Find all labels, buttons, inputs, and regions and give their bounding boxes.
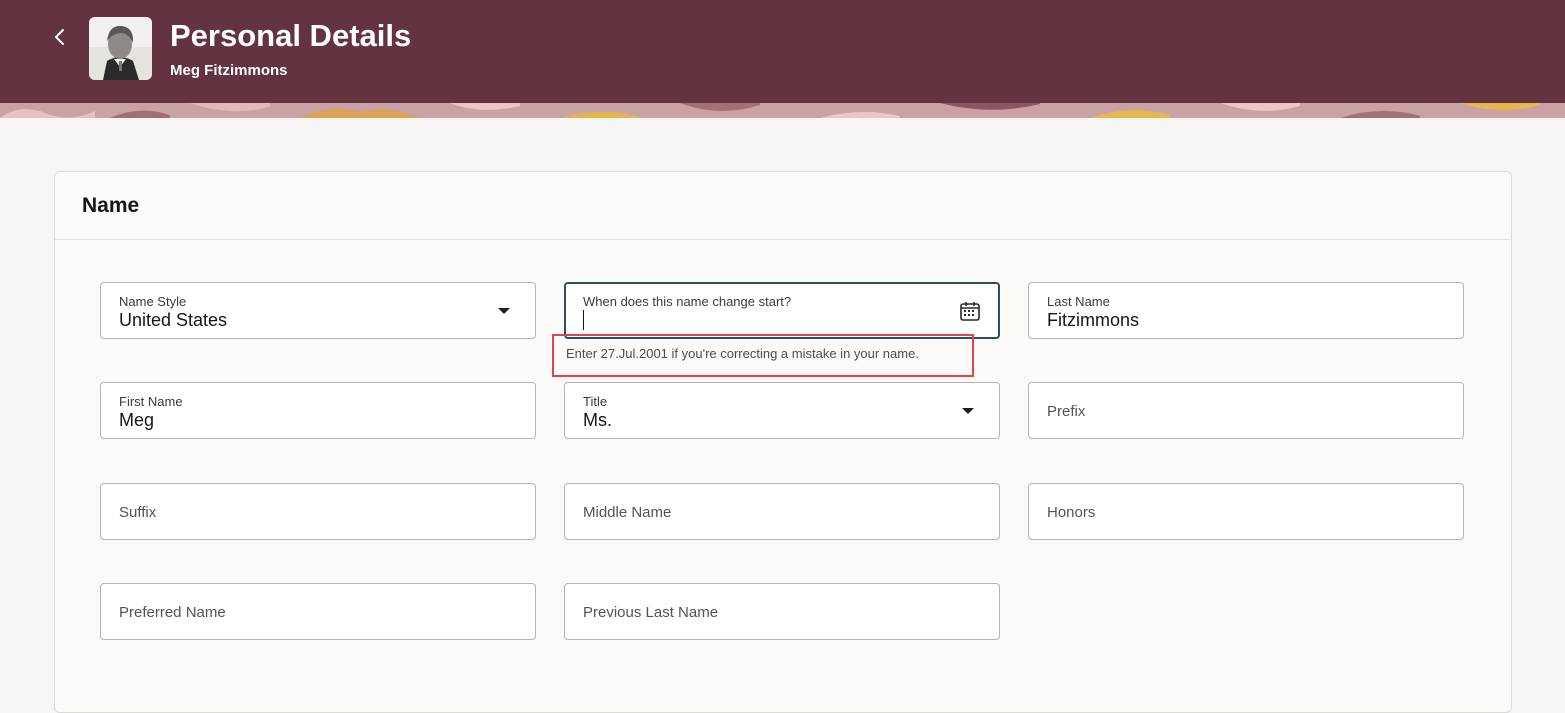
previous-last-name-label: Previous Last Name (583, 604, 719, 621)
prefix-label: Prefix (1047, 403, 1086, 420)
previous-last-name-field[interactable]: Previous Last Name (564, 583, 1000, 640)
first-name-value: Meg (119, 410, 155, 430)
text-cursor (583, 310, 584, 330)
honors-label: Honors (1047, 504, 1096, 521)
page-title: Personal Details (170, 18, 412, 53)
avatar (89, 17, 152, 80)
name-style-label: Name Style (119, 294, 187, 309)
page-subtitle: Meg Fitzimmons (170, 62, 288, 79)
caret-down-icon[interactable] (962, 408, 974, 414)
last-name-label: Last Name (1047, 294, 1110, 309)
name-change-start-date-field[interactable]: When does this name change start? (564, 282, 1000, 339)
title-value: Ms. (583, 410, 612, 430)
last-name-field[interactable]: Last Name Fitzimmons (1028, 282, 1464, 339)
chevron-left-icon (55, 29, 64, 45)
name-style-select[interactable]: Name Style United States (100, 282, 536, 339)
preferred-name-field[interactable]: Preferred Name (100, 583, 536, 640)
start-date-hint: Enter 27.Jul.2001 if you're correcting a… (566, 346, 919, 361)
calendar-icon[interactable] (959, 300, 981, 322)
middle-name-label: Middle Name (583, 504, 672, 521)
suffix-label: Suffix (119, 504, 157, 521)
title-select[interactable]: Title Ms. (564, 382, 1000, 439)
start-date-label: When does this name change start? (583, 294, 792, 309)
prefix-field[interactable]: Prefix (1028, 382, 1464, 439)
first-name-field[interactable]: First Name Meg (100, 382, 536, 439)
back-button[interactable] (48, 24, 72, 50)
suffix-field[interactable]: Suffix (100, 483, 536, 540)
header-pattern (0, 103, 1565, 118)
first-name-label: First Name (119, 394, 183, 409)
caret-down-icon[interactable] (498, 308, 510, 314)
section-divider (55, 239, 1511, 240)
name-style-value: United States (119, 310, 228, 330)
title-label: Title (583, 394, 608, 409)
preferred-name-label: Preferred Name (119, 604, 226, 621)
section-title: Name (82, 194, 140, 217)
honors-field[interactable]: Honors (1028, 483, 1464, 540)
last-name-value: Fitzimmons (1047, 310, 1140, 330)
page-header: Personal Details Meg Fitzimmons (0, 0, 1565, 103)
middle-name-field[interactable]: Middle Name (564, 483, 1000, 540)
